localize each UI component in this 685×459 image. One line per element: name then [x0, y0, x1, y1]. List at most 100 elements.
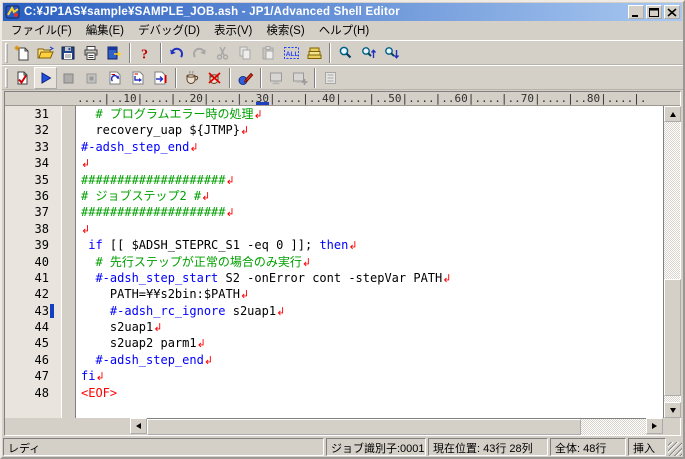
line-number[interactable]: 32: [5, 122, 49, 138]
line-number[interactable]: 42: [5, 286, 49, 302]
code-text-plain: S2 -onError cont -stepVar PATH: [218, 270, 443, 285]
line-number[interactable]: 44: [5, 319, 49, 335]
new-file-button[interactable]: [11, 42, 34, 64]
code-text-keyword: #-adsh_step_end: [81, 139, 190, 154]
toolbar-grip[interactable]: [5, 68, 8, 88]
code-line-40[interactable]: 40 # 先行ステップが正常の場合のみ実行↲: [5, 254, 663, 270]
line-number[interactable]: 31: [5, 106, 49, 122]
minimize-button[interactable]: [628, 5, 644, 19]
open-file-button[interactable]: [34, 42, 57, 64]
breakpoint-delete-button[interactable]: [203, 67, 226, 89]
scroll-down-button[interactable]: [664, 402, 681, 418]
code-line-35[interactable]: 35 ####################↲: [5, 172, 663, 188]
title-bar[interactable]: C:¥JP1AS¥sample¥SAMPLE_JOB.ash - JP1/Adv…: [3, 3, 682, 21]
menu-item-0[interactable]: ファイル(F): [4, 20, 79, 41]
horizontal-scroll-track[interactable]: [147, 418, 646, 435]
scroll-up-button[interactable]: [664, 106, 681, 122]
line-number[interactable]: 48: [5, 385, 49, 401]
code-line-42[interactable]: 42 PATH=¥¥s2bin:$PATH↲: [5, 286, 663, 302]
syntax-check-icon: [14, 70, 31, 86]
code-line-41[interactable]: 41 #-adsh_step_start S2 -onError cont -s…: [5, 270, 663, 286]
job-identifier: ジョブ識別子:000150: [326, 438, 426, 456]
code-line-44[interactable]: 44 s2uap1↲: [5, 319, 663, 335]
line-number[interactable]: 33: [5, 139, 49, 155]
run-to-cursor-button[interactable]: [149, 67, 172, 89]
close-icon: [667, 7, 677, 17]
breakpoint-set-button[interactable]: [180, 67, 203, 89]
code-line-31[interactable]: 31 # プログラムエラー時の処理↲: [5, 106, 663, 122]
line-number[interactable]: 34: [5, 155, 49, 171]
line-number[interactable]: 45: [5, 335, 49, 351]
help-button[interactable]: ?: [134, 42, 157, 64]
line-number[interactable]: 41: [5, 270, 49, 286]
code-line-39[interactable]: 39 if [[ $ADSH_STEPRC_S1 -eq 0 ]]; then↲: [5, 237, 663, 253]
code-text-comment: # 先行ステップが正常の場合のみ実行: [81, 254, 302, 269]
scrollbar-corner: [663, 418, 680, 435]
scroll-left-button[interactable]: [130, 418, 147, 434]
line-number[interactable]: 46: [5, 352, 49, 368]
menu-bar: ファイル(F) 編集(E) デバッグ(D) 表示(V) 検索(S) ヘルプ(H): [2, 21, 683, 40]
code-line-36[interactable]: 36 # ジョブステップ2 #↲: [5, 188, 663, 204]
horizontal-scroll-thumb[interactable]: [147, 419, 582, 435]
find-previous-button[interactable]: [357, 42, 380, 64]
code-line-45[interactable]: 45 s2uap2 parm1↲: [5, 335, 663, 351]
resize-grip[interactable]: [668, 442, 682, 456]
print-button[interactable]: [80, 42, 103, 64]
vertical-scroll-track[interactable]: [664, 122, 681, 402]
undo-button[interactable]: [165, 42, 188, 64]
syntax-check-button[interactable]: [11, 67, 34, 89]
find-next-button[interactable]: [380, 42, 403, 64]
cursor-column-marker: [255, 102, 269, 105]
code-line-46[interactable]: 46 #-adsh_step_end↲: [5, 352, 663, 368]
breakpoint-edit-button[interactable]: [234, 67, 257, 89]
code-line-48[interactable]: 48 <EOF>: [5, 385, 663, 401]
line-return-mark: ↲: [189, 140, 199, 154]
paste-icon: [260, 45, 277, 61]
menu-item-2[interactable]: デバッグ(D): [131, 20, 207, 41]
exit-editor-button[interactable]: [103, 42, 126, 64]
coverage-button: [319, 67, 342, 89]
toolbar-separator: [129, 43, 131, 63]
run-debug-button[interactable]: [34, 67, 57, 89]
menu-item-5[interactable]: ヘルプ(H): [312, 20, 376, 41]
code-editor[interactable]: 31 # プログラムエラー時の処理↲ 32 recovery_uap ${JTMP…: [5, 106, 663, 418]
reference-books-button[interactable]: [303, 42, 326, 64]
toolbar-separator: [329, 43, 331, 63]
menu-item-4[interactable]: 検索(S): [259, 20, 311, 41]
line-number[interactable]: 39: [5, 237, 49, 253]
line-number[interactable]: 40: [5, 254, 49, 270]
horizontal-scrollbar[interactable]: [5, 418, 680, 435]
code-line-38[interactable]: 38 ↲: [5, 221, 663, 237]
toolbar-grip[interactable]: [5, 43, 8, 63]
code-line-32[interactable]: 32 recovery_uap ${JTMP}↲: [5, 122, 663, 138]
line-number[interactable]: 47: [5, 368, 49, 384]
code-line-33[interactable]: 33 #-adsh_step_end↲: [5, 139, 663, 155]
code-line-34[interactable]: 34 ↲: [5, 155, 663, 171]
line-number[interactable]: 36: [5, 188, 49, 204]
copy-icon: [237, 45, 254, 61]
code-line-47[interactable]: 47 fi↲: [5, 368, 663, 384]
select-all-button[interactable]: ALL: [280, 42, 303, 64]
line-number[interactable]: 38: [5, 221, 49, 237]
rerun-button[interactable]: [103, 67, 126, 89]
redo-icon: [191, 45, 208, 61]
code-text-keyword: #-adsh_step_start: [95, 270, 219, 285]
line-number[interactable]: 43: [5, 303, 49, 319]
line-number[interactable]: 37: [5, 204, 49, 220]
menu-item-3[interactable]: 表示(V): [207, 20, 259, 41]
code-line-43[interactable]: 43 #-adsh_rc_ignore s2uap1↲: [5, 303, 663, 319]
vertical-scrollbar[interactable]: [663, 106, 681, 418]
find-button[interactable]: [334, 42, 357, 64]
scroll-right-button[interactable]: [646, 418, 663, 434]
line-number[interactable]: 35: [5, 172, 49, 188]
vertical-scroll-thumb[interactable]: [664, 278, 681, 397]
close-button[interactable]: [664, 5, 680, 19]
step-run-button[interactable]: [126, 67, 149, 89]
line-return-mark: ↲: [81, 157, 91, 171]
save-file-button[interactable]: [57, 42, 80, 64]
code-line-37[interactable]: 37 ####################↲: [5, 204, 663, 220]
watch-button: [265, 67, 288, 89]
menu-item-1[interactable]: 編集(E): [79, 20, 131, 41]
maximize-button[interactable]: [646, 5, 662, 19]
coverage-icon: [322, 70, 339, 86]
